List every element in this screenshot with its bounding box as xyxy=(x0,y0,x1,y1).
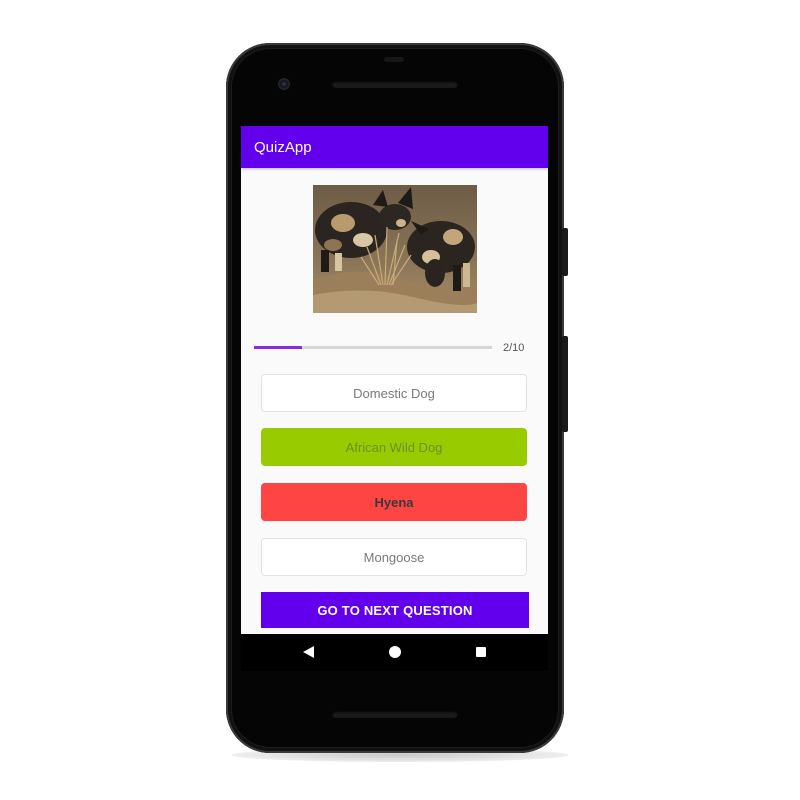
power-button xyxy=(562,336,568,432)
option-label: Mongoose xyxy=(363,549,425,565)
back-triangle-icon[interactable] xyxy=(303,646,314,658)
quiz-progress-bar xyxy=(254,346,492,349)
option-button-3[interactable]: Hyena xyxy=(261,483,527,521)
option-label: Domestic Dog xyxy=(353,385,435,401)
top-sensor xyxy=(384,57,404,62)
volume-button xyxy=(562,228,568,276)
system-nav-bar xyxy=(241,634,548,671)
top-speaker xyxy=(332,81,458,88)
device-frame-canvas: QuizApp 2/10 Domestic Dog African Wild D… xyxy=(0,0,800,800)
bottom-speaker xyxy=(332,711,458,718)
next-question-label: GO TO NEXT QUESTION xyxy=(317,602,473,618)
home-circle-icon[interactable] xyxy=(389,646,401,658)
question-image xyxy=(313,185,477,313)
option-button-2[interactable]: African Wild Dog xyxy=(261,428,527,466)
quiz-progress-fill xyxy=(254,346,302,349)
option-button-4[interactable]: Mongoose xyxy=(261,538,527,576)
option-button-1[interactable]: Domestic Dog xyxy=(261,374,527,412)
app-bar: QuizApp xyxy=(241,126,548,168)
wild-dog-photo xyxy=(313,185,477,313)
app-title: QuizApp xyxy=(254,139,312,156)
app-screen: QuizApp 2/10 Domestic Dog African Wild D… xyxy=(241,126,548,671)
option-label: Hyena xyxy=(374,494,414,510)
progress-counter: 2/10 xyxy=(503,342,525,354)
front-camera-icon xyxy=(278,78,290,90)
option-label: African Wild Dog xyxy=(345,439,443,455)
next-question-button[interactable]: GO TO NEXT QUESTION xyxy=(261,592,529,628)
recent-apps-square-icon[interactable] xyxy=(476,647,486,657)
